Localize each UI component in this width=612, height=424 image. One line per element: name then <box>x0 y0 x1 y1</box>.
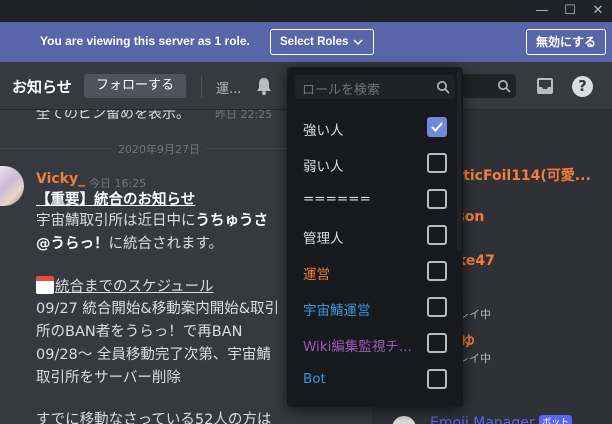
follow-button[interactable]: フォローする <box>84 74 186 98</box>
message-author[interactable]: Vicky_ <box>36 171 85 187</box>
select-roles-label: Select Roles <box>280 36 349 48</box>
role-option[interactable]: 強い人 <box>287 109 463 145</box>
search-input[interactable] <box>462 74 516 98</box>
role-checkbox[interactable] <box>427 297 447 317</box>
message-text: に統合されます。 <box>108 236 224 252</box>
role-checkbox[interactable] <box>427 189 447 209</box>
select-roles-button[interactable]: Select Roles <box>270 29 374 55</box>
role-option[interactable]: 宇宙鯖運営 <box>287 289 463 325</box>
close-button[interactable]: ✕ <box>584 0 612 22</box>
date-divider-label: 2020年9月27日 <box>112 141 206 157</box>
role-checkbox[interactable] <box>427 261 447 281</box>
message-line: 取引所をサーバー削除 <box>36 370 181 386</box>
role-search-placeholder: ロールを検索 <box>302 83 381 98</box>
banner-text: You are viewing this server as 1 role. <box>40 34 250 48</box>
role-select-dropdown: ロールを検索 強い人弱い人 ====== 管理人運営宇宙鯖運営 Wiki編集監視チ..… <box>287 67 463 407</box>
message-line: 09/28～ 全員移動完了次第、宇宙鯖 <box>36 347 271 363</box>
role-checkbox[interactable] <box>427 117 447 137</box>
role-option-label: 運営 <box>303 267 330 283</box>
message-line: 09/27 統合開始&移動案内開始&取引 <box>36 301 280 317</box>
maximize-button[interactable]: ☐ <box>556 0 584 22</box>
message-text: 宇宙鯖取引所は近日中に <box>36 213 196 229</box>
message-line: 統合までのスケジュール <box>36 276 213 297</box>
role-checkbox[interactable] <box>427 333 447 353</box>
window-titlebar: — ☐ ✕ <box>0 0 612 22</box>
header-divider <box>201 76 202 98</box>
mention[interactable]: @うらっ！ <box>36 236 109 252</box>
role-option-label: Bot <box>303 371 326 387</box>
message-line: @うらっ！に統合されます。 <box>36 234 223 254</box>
role-option-label: Wiki編集監視チ... <box>303 339 412 355</box>
role-option[interactable]: ====== <box>287 181 463 217</box>
message-text: 全てのピン留めを表示。 <box>36 110 190 122</box>
role-option-label: 宇宙鯖運営 <box>303 303 371 319</box>
message-text: 統合までのスケジュール <box>55 279 214 295</box>
role-checkbox[interactable] <box>427 225 447 245</box>
checkmark-icon <box>431 122 443 132</box>
channel-name: お知らせ <box>12 78 72 96</box>
message-timestamp: 昨日 22:25 <box>215 110 273 121</box>
role-option-label: 弱い人 <box>303 159 344 175</box>
role-option-label: ====== <box>303 191 371 207</box>
role-option-label: 強い人 <box>303 123 344 139</box>
message-line: すでに移動なさっている52人の方は <box>36 412 272 424</box>
message-line: 所のBAN者をうらっ！で再BAN <box>36 324 243 340</box>
channel-topic[interactable]: 運... <box>216 78 241 97</box>
bot-badge: ボット <box>539 415 573 424</box>
role-search-input[interactable]: ロールを検索 <box>295 75 455 99</box>
role-option[interactable]: Bot <box>287 361 463 397</box>
disable-preview-button[interactable]: 無効にする <box>526 29 606 55</box>
search-icon <box>437 81 450 94</box>
role-checkbox[interactable] <box>427 369 447 389</box>
member-name[interactable]: Emoji Manager ボット <box>430 415 573 424</box>
role-option[interactable]: 管理人 <box>287 217 463 253</box>
avatar[interactable] <box>392 416 416 424</box>
inbox-icon[interactable] <box>535 76 555 96</box>
message-line: 宇宙鯖取引所は近日中にうちゅうさ <box>36 211 268 231</box>
role-option[interactable]: 弱い人 <box>287 145 463 181</box>
message-timestamp: 今日 16:25 <box>89 177 147 190</box>
help-icon[interactable]: ? <box>572 76 593 97</box>
chevron-down-icon <box>353 30 363 64</box>
role-option-label: 管理人 <box>303 231 344 247</box>
avatar[interactable] <box>0 166 24 206</box>
role-option[interactable]: Wiki編集監視チ... <box>287 325 463 361</box>
message-line: 【重要】統合のお知らせ <box>36 190 195 210</box>
search-icon <box>498 80 511 93</box>
minimize-button[interactable]: — <box>528 0 556 22</box>
message-bold-text: うちゅうさ <box>195 213 269 229</box>
role-checkbox[interactable] <box>427 153 447 173</box>
role-preview-banner: You are viewing this server as 1 role. S… <box>0 22 612 62</box>
role-option[interactable]: 運営 <box>287 253 463 289</box>
message-heading: 【重要】統合のお知らせ <box>36 192 196 208</box>
calendar-icon <box>36 276 54 294</box>
bell-icon[interactable] <box>254 76 274 96</box>
member-name[interactable]: teticFoil114(可愛... <box>447 165 591 185</box>
member-name-text: Emoji Manager <box>430 415 535 424</box>
